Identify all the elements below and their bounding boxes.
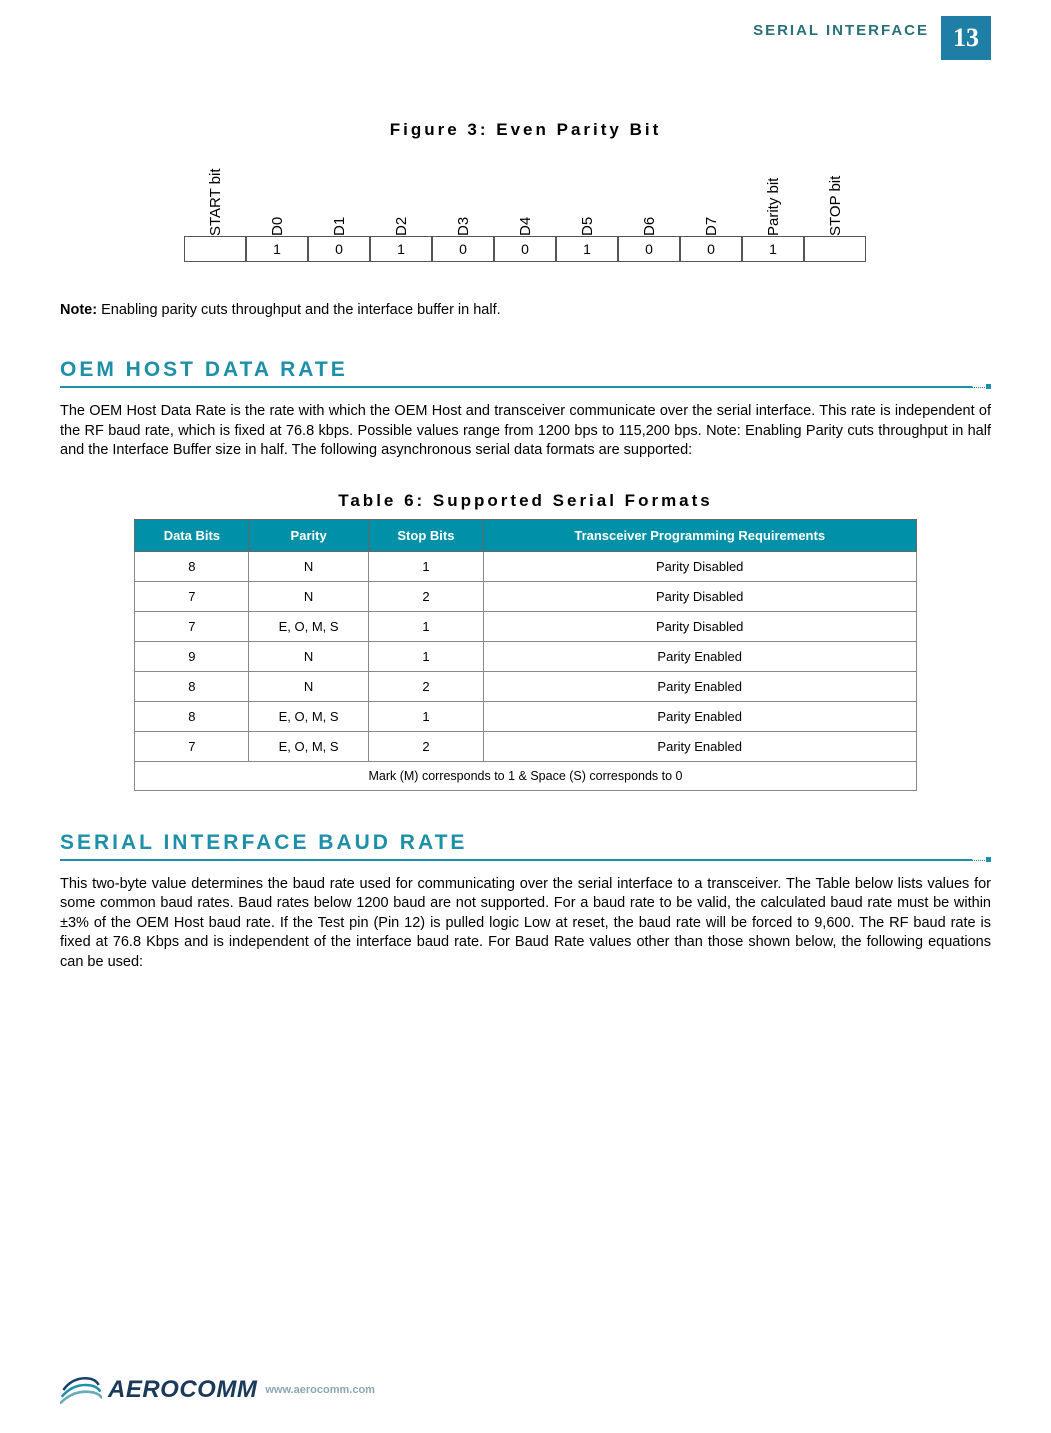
- bit-value: 0: [308, 236, 370, 262]
- bit-value: 1: [246, 236, 308, 262]
- table-cell: Parity Disabled: [483, 611, 916, 641]
- table-header-cell: Transceiver Programming Requirements: [483, 519, 916, 551]
- bit-value: .: [184, 236, 246, 262]
- table-cell: N: [249, 671, 369, 701]
- bit-value: 0: [680, 236, 742, 262]
- parity-note: Note: Enabling parity cuts throughput an…: [60, 302, 991, 318]
- table-row: 8N2Parity Enabled: [135, 671, 916, 701]
- table-cell: E, O, M, S: [249, 611, 369, 641]
- table-cell: Parity Enabled: [483, 701, 916, 731]
- page-footer: AEROCOMM www.aerocomm.com: [60, 1373, 991, 1407]
- table-cell: 1: [368, 551, 483, 581]
- page-content: Figure 3: Even Parity Bit START bit.D01D…: [60, 120, 991, 973]
- table-row: 8N1Parity Disabled: [135, 551, 916, 581]
- bit-value: .: [804, 236, 866, 262]
- table-cell: 8: [135, 671, 249, 701]
- table-cell: 1: [368, 611, 483, 641]
- bit-label: D0: [269, 166, 286, 236]
- table-cell: Parity Enabled: [483, 671, 916, 701]
- bit-label: STOP bit: [827, 166, 844, 236]
- table-cell: N: [249, 581, 369, 611]
- bit-label: D1: [331, 166, 348, 236]
- page-number: 13: [941, 16, 991, 60]
- bit-column: D40: [495, 166, 557, 262]
- bit-label: D5: [579, 166, 596, 236]
- figure-3-diagram: START bit.D01D10D21D30D40D51D60D70Parity…: [60, 152, 991, 262]
- baud-body-text: This two-byte value determines the baud …: [60, 875, 991, 973]
- bit-label: D7: [703, 166, 720, 236]
- bit-value: 0: [618, 236, 680, 262]
- brand-logo: AEROCOMM: [60, 1373, 257, 1407]
- bit-value: 1: [742, 236, 804, 262]
- bit-value: 0: [494, 236, 556, 262]
- bit-column: D01: [247, 166, 309, 262]
- table-cell: Parity Disabled: [483, 551, 916, 581]
- bit-column: D21: [371, 166, 433, 262]
- table-cell: Parity Enabled: [483, 641, 916, 671]
- bit-column: STOP bit.: [805, 166, 867, 262]
- table-header-cell: Data Bits: [135, 519, 249, 551]
- brand-name: AEROCOMM: [108, 1376, 257, 1404]
- bit-column: START bit.: [185, 166, 247, 262]
- bit-label: D2: [393, 166, 410, 236]
- table-row: 9N1Parity Enabled: [135, 641, 916, 671]
- table-footnote: Mark (M) corresponds to 1 & Space (S) co…: [135, 761, 916, 790]
- bit-label: Parity bit: [765, 166, 782, 236]
- table-cell: N: [249, 551, 369, 581]
- bit-value: 1: [556, 236, 618, 262]
- bit-value: 0: [432, 236, 494, 262]
- bit-label: START bit: [207, 166, 224, 236]
- table-cell: 1: [368, 641, 483, 671]
- table-cell: 9: [135, 641, 249, 671]
- table-row: 8E, O, M, S1Parity Enabled: [135, 701, 916, 731]
- table-cell: 2: [368, 581, 483, 611]
- bit-value: 1: [370, 236, 432, 262]
- table-cell: E, O, M, S: [249, 701, 369, 731]
- table-header-cell: Parity: [249, 519, 369, 551]
- table-cell: 2: [368, 671, 483, 701]
- section-rule: [60, 386, 991, 388]
- bit-column: D70: [681, 166, 743, 262]
- table-row: 7E, O, M, S1Parity Disabled: [135, 611, 916, 641]
- bit-column: Parity bit1: [743, 166, 805, 262]
- bit-column: D60: [619, 166, 681, 262]
- note-text: Enabling parity cuts throughput and the …: [97, 302, 501, 318]
- table-header-cell: Stop Bits: [368, 519, 483, 551]
- bit-label: D6: [641, 166, 658, 236]
- table-cell: N: [249, 641, 369, 671]
- table-row: 7N2Parity Disabled: [135, 581, 916, 611]
- bit-label: D4: [517, 166, 534, 236]
- table-cell: 2: [368, 731, 483, 761]
- table-6-title: Table 6: Supported Serial Formats: [60, 491, 991, 511]
- section-title-oem: OEM HOST DATA RATE: [60, 358, 991, 382]
- table-row: 7E, O, M, S2Parity Enabled: [135, 731, 916, 761]
- oem-body-text: The OEM Host Data Rate is the rate with …: [60, 402, 991, 461]
- section-title-baud: SERIAL INTERFACE BAUD RATE: [60, 831, 991, 855]
- header-section-label: SERIAL INTERFACE: [753, 16, 941, 60]
- footer-url: www.aerocomm.com: [265, 1384, 375, 1396]
- table-cell: 8: [135, 701, 249, 731]
- table-6: Data BitsParityStop BitsTransceiver Prog…: [134, 519, 916, 791]
- bit-label: D3: [455, 166, 472, 236]
- table-cell: Parity Disabled: [483, 581, 916, 611]
- note-prefix: Note:: [60, 302, 97, 318]
- table-cell: 7: [135, 581, 249, 611]
- bit-column: D51: [557, 166, 619, 262]
- table-footnote-row: Mark (M) corresponds to 1 & Space (S) co…: [135, 761, 916, 790]
- bit-column: D10: [309, 166, 371, 262]
- page-header: SERIAL INTERFACE 13: [753, 16, 991, 60]
- table-cell: 7: [135, 731, 249, 761]
- table-cell: 7: [135, 611, 249, 641]
- aerocomm-logo-icon: [60, 1373, 102, 1407]
- table-cell: 1: [368, 701, 483, 731]
- figure-3-title: Figure 3: Even Parity Bit: [60, 120, 991, 140]
- table-cell: Parity Enabled: [483, 731, 916, 761]
- bit-column: D30: [433, 166, 495, 262]
- table-cell: E, O, M, S: [249, 731, 369, 761]
- table-cell: 8: [135, 551, 249, 581]
- section-rule: [60, 859, 991, 861]
